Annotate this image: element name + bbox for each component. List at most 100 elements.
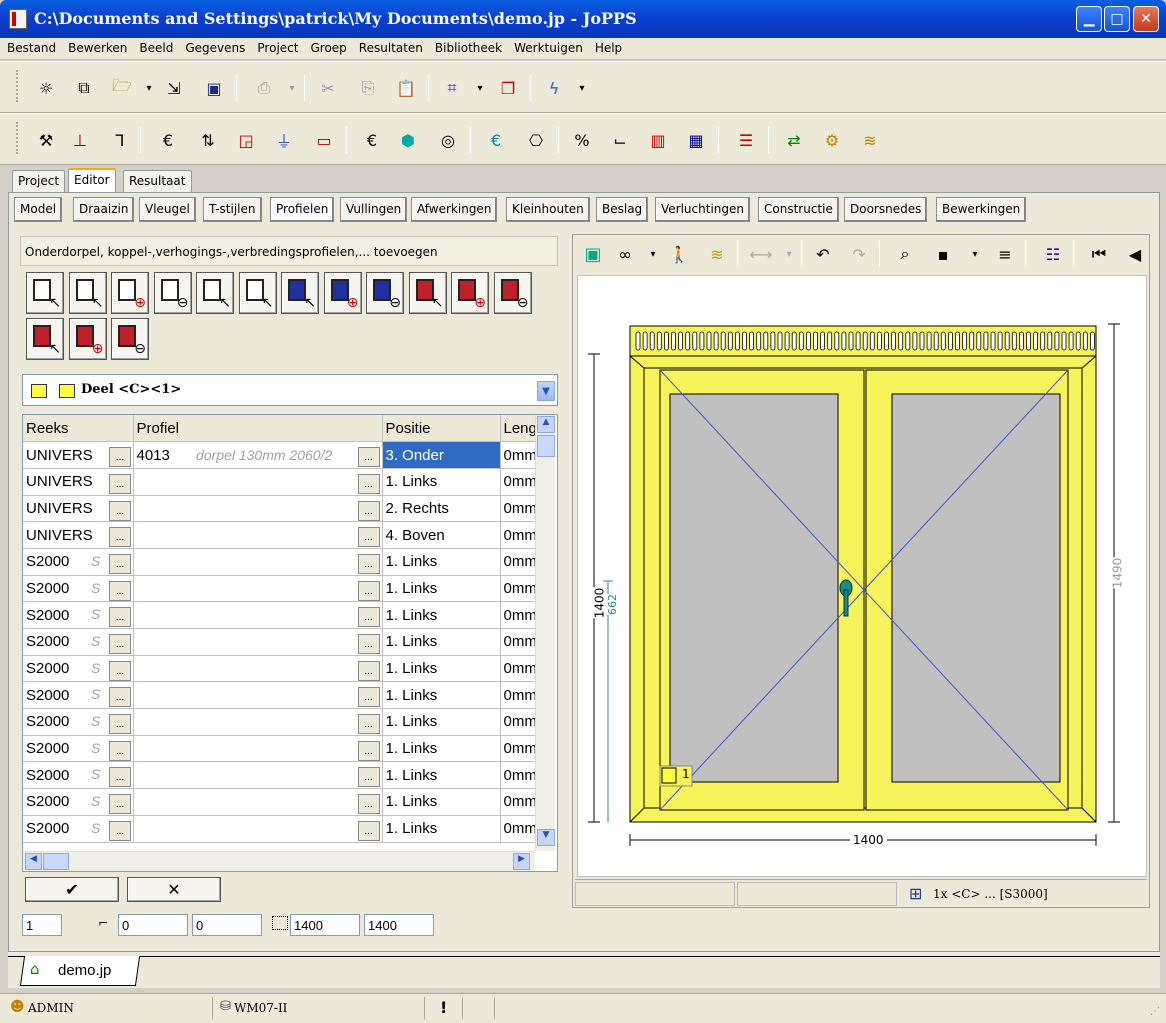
reeks-picker-button[interactable]: ... <box>109 553 131 574</box>
lengte-cell[interactable]: 0mm <box>500 761 536 790</box>
menu-gegevens[interactable]: Gegevens <box>178 38 250 55</box>
reeks-picker-button[interactable]: ... <box>109 714 131 735</box>
positie-cell[interactable]: 1. Links <box>382 601 501 629</box>
zoom-icon[interactable]: ⌕ <box>893 242 917 266</box>
tab-afwerkingen[interactable]: Afwerkingen <box>411 197 498 222</box>
lengte-cell[interactable]: 0mm <box>500 521 536 549</box>
profiel-picker-button[interactable]: ... <box>357 767 380 788</box>
lengte-cell[interactable]: 0mm <box>500 628 536 656</box>
profile-section-icon[interactable]: ꓶ <box>108 128 132 152</box>
scroll-left-icon[interactable]: ◀ <box>25 853 42 870</box>
tab-kleinhouten[interactable]: Kleinhouten <box>506 197 590 222</box>
lengte-cell[interactable]: 0mm <box>500 735 536 763</box>
table-row[interactable]: S2000 S... ... 1. Links 0mm <box>23 601 536 629</box>
positie-cell[interactable]: 1. Links <box>382 735 501 763</box>
tab-model[interactable]: Model <box>14 197 63 222</box>
x-field[interactable]: 0 <box>118 914 188 936</box>
coupling-add-icon[interactable]: ⊕ <box>68 318 107 360</box>
profiel-picker-button[interactable]: ... <box>357 447 380 468</box>
frame-remove-icon[interactable]: ⊖ <box>366 272 404 314</box>
positie-cell[interactable]: 1. Links <box>382 628 501 656</box>
menu-project[interactable]: Project <box>250 38 303 55</box>
tab-constructie[interactable]: Constructie <box>758 197 839 222</box>
menu-resultaten[interactable]: Resultaten <box>352 38 428 55</box>
table-row[interactable]: UNIVERS... 4013 dorpel 130mm 2060/2... 3. … <box>23 441 536 469</box>
column-header-profiel[interactable]: Profiel <box>133 415 383 443</box>
reeks-picker-button[interactable]: ... <box>109 473 131 494</box>
tab-project[interactable]: Project <box>12 170 66 192</box>
mullion-remove-icon[interactable]: ⊖ <box>493 272 532 314</box>
roll-icon[interactable]: ◎ <box>436 128 460 152</box>
tab-editor[interactable]: Editor <box>68 168 116 192</box>
table-row[interactable]: UNIVERS... ... 2. Rechts 0mm <box>23 495 536 523</box>
lengte-cell[interactable]: 0mm <box>500 548 536 576</box>
positie-cell[interactable]: 4. Boven <box>382 521 501 549</box>
width-field[interactable]: 1400 <box>290 914 360 936</box>
toolbar-grip[interactable] <box>16 122 20 154</box>
reeks-picker-button[interactable]: ... <box>109 527 131 548</box>
coupling-remove-icon[interactable]: ⊖ <box>111 318 149 360</box>
paste-icon[interactable]: 📋 <box>394 76 418 100</box>
tab-draaizin[interactable]: Draaizin <box>73 197 135 222</box>
coupling-select-icon[interactable]: ↖ <box>26 318 64 360</box>
column-header-lengte[interactable]: Lengte <box>500 415 536 443</box>
reeks-picker-button[interactable]: ... <box>109 687 131 708</box>
tab-bewerkingen[interactable]: Bewerkingen <box>936 197 1027 222</box>
ok-button[interactable]: ✔ <box>25 877 119 902</box>
profiel-picker-button[interactable]: ... <box>357 500 380 521</box>
lengte-cell[interactable]: 0mm <box>500 495 536 523</box>
copy-icon[interactable]: ⎘ <box>356 76 380 100</box>
menu-bibliotheek[interactable]: Bibliotheek <box>428 38 507 55</box>
view-mode-dropdown-icon[interactable]: ▾ <box>963 242 987 266</box>
positie-cell[interactable]: 1. Links <box>382 575 501 603</box>
lengte-cell[interactable]: 0mm <box>500 468 536 496</box>
table-row[interactable]: UNIVERS... ... 4. Boven 0mm <box>23 521 536 549</box>
save-icon[interactable]: ▣ <box>202 76 226 100</box>
frame-view-icon[interactable]: ▣ <box>581 242 605 266</box>
profiel-picker-button[interactable]: ... <box>357 714 380 735</box>
select-dropdown-icon[interactable]: ▾ <box>468 76 492 100</box>
tab-vullingen[interactable]: Vullingen <box>340 197 408 222</box>
table-row[interactable]: S2000 S... ... 1. Links 0mm <box>23 548 536 576</box>
windows-icon[interactable]: ❐ <box>496 76 520 100</box>
table-row[interactable]: S2000 S... ... 1. Links 0mm <box>23 735 536 763</box>
prev-icon[interactable]: ◀ <box>1123 242 1147 266</box>
profile-icon[interactable]: ⊥ <box>68 128 92 152</box>
glasses-dropdown-icon[interactable]: ▾ <box>641 242 665 266</box>
undo-icon[interactable]: ↶ <box>811 242 835 266</box>
euro-profile-icon[interactable]: € <box>156 128 180 152</box>
menu-bewerken[interactable]: Bewerken <box>61 38 132 55</box>
layers-icon[interactable]: ≋ <box>705 242 729 266</box>
positie-cell[interactable]: 1. Links <box>382 655 501 683</box>
gear-icon[interactable]: ⚙ <box>820 128 844 152</box>
reeks-picker-button[interactable]: ... <box>109 660 131 681</box>
euro-glass-icon[interactable]: € <box>484 128 508 152</box>
glasses-icon[interactable]: ∞ <box>613 242 637 266</box>
table-row[interactable]: S2000 S... ... 1. Links 0mm <box>23 655 536 683</box>
positie-cell[interactable]: 1. Links <box>382 708 501 736</box>
toolbar-grip[interactable] <box>16 70 20 102</box>
menu-beeld[interactable]: Beeld <box>132 38 178 55</box>
profile-length-icon[interactable]: ⇅ <box>196 128 220 152</box>
table-row[interactable]: S2000 S... ... 1. Links 0mm <box>23 681 536 710</box>
profiel-picker-button[interactable]: ... <box>357 580 380 601</box>
person-door-icon[interactable]: 🚶 <box>667 242 691 266</box>
lengte-cell[interactable]: 0mm <box>500 601 536 629</box>
minimize-button[interactable]: ▁ <box>1076 6 1102 32</box>
y-field[interactable]: 0 <box>192 914 262 936</box>
open-dropdown-icon[interactable]: ▾ <box>137 76 161 100</box>
cube-icon[interactable]: ⬢ <box>396 128 420 152</box>
lengte-cell[interactable]: 0mm <box>500 655 536 683</box>
profiel-picker-button[interactable]: ... <box>357 740 380 761</box>
copy-doc-icon[interactable]: ⧉ <box>72 76 96 100</box>
hardware-icon[interactable]: ⎔ <box>524 128 548 152</box>
profiel-picker-button[interactable]: ... <box>357 553 380 574</box>
tab-profielen[interactable]: Profielen <box>270 197 335 222</box>
table-row[interactable]: S2000 S... ... 1. Links 0mm <box>23 761 536 790</box>
lightning-dropdown-icon[interactable]: ▾ <box>570 76 594 100</box>
resize-grip-icon[interactable]: ⋰ <box>1150 1006 1160 1017</box>
drawing-canvas[interactable]: 1400 1400 662 1490 1 <box>577 275 1147 877</box>
reeks-picker-button[interactable]: ... <box>109 634 131 654</box>
table-row[interactable]: S2000 S... ... 1. Links 0mm <box>23 708 536 736</box>
scroll-down-icon[interactable]: ▼ <box>537 829 555 846</box>
